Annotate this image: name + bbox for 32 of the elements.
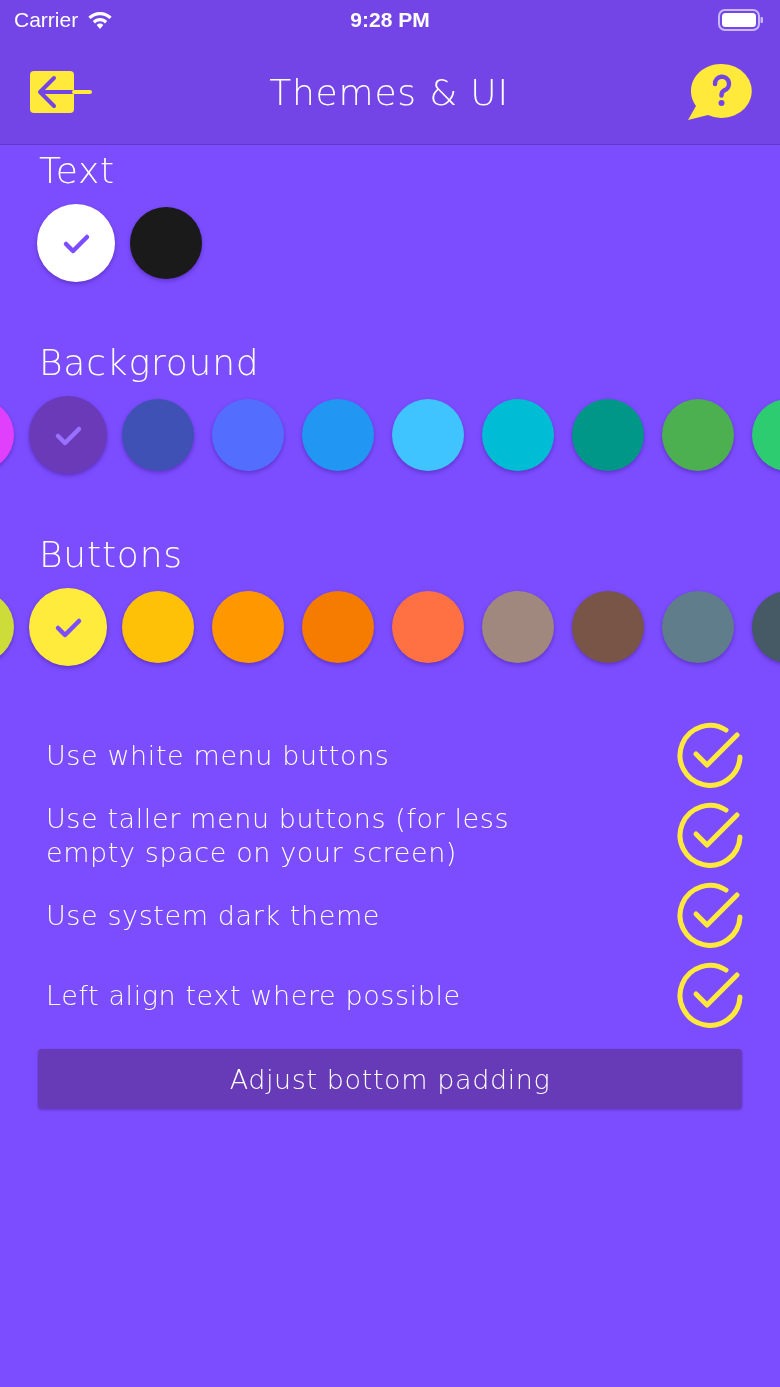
section-label: Background xyxy=(39,341,261,385)
color-swatch[interactable] xyxy=(392,591,464,663)
color-swatch[interactable] xyxy=(212,591,284,663)
color-swatch[interactable] xyxy=(29,588,107,666)
clock-time: 9:28 PM xyxy=(350,8,430,32)
color-swatch[interactable] xyxy=(130,207,202,279)
color-swatch[interactable] xyxy=(662,399,734,471)
option-label: Use white menu buttons xyxy=(46,739,390,773)
color-swatch[interactable] xyxy=(572,591,644,663)
color-swatch[interactable] xyxy=(37,204,115,282)
color-swatch[interactable] xyxy=(482,591,554,663)
color-swatch[interactable] xyxy=(302,399,374,471)
color-swatch[interactable] xyxy=(122,591,194,663)
section-label: Buttons xyxy=(39,533,184,577)
color-swatch[interactable] xyxy=(29,396,107,474)
color-swatch[interactable] xyxy=(302,591,374,663)
color-swatch[interactable] xyxy=(482,399,554,471)
color-swatch[interactable] xyxy=(572,399,644,471)
option-label: Use system dark theme xyxy=(46,899,381,933)
back-icon[interactable] xyxy=(30,69,92,115)
color-swatch[interactable] xyxy=(662,591,734,663)
color-swatch[interactable] xyxy=(122,399,194,471)
color-swatch[interactable] xyxy=(392,399,464,471)
adjust-padding-button[interactable]: Adjust bottom padding xyxy=(38,1049,742,1109)
color-swatch[interactable] xyxy=(212,399,284,471)
carrier-label: Carrier xyxy=(14,8,79,32)
section-label: Text xyxy=(39,149,116,193)
screen-title: Themes & UI xyxy=(269,71,509,113)
help-icon[interactable] xyxy=(686,62,754,122)
option-label: Use taller menu buttons (for less empty space on your screen) xyxy=(46,802,511,870)
battery-icon xyxy=(718,9,764,31)
option-label: Left align text where possible xyxy=(46,979,461,1013)
